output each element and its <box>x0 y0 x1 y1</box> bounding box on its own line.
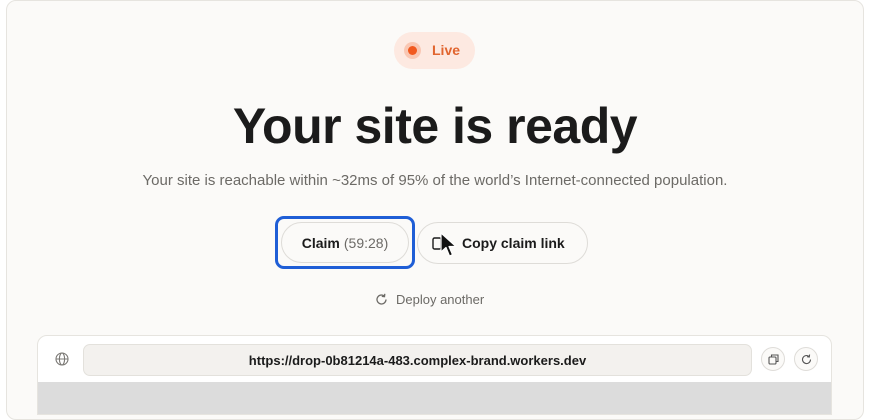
site-preview-frame: https://drop-0b81214a-483.complex-brand.… <box>37 335 832 415</box>
live-label: Live <box>432 42 461 58</box>
deploy-another-label: Deploy another <box>396 291 485 307</box>
claim-timer: (59:28) <box>343 234 389 251</box>
mouse-cursor-icon <box>440 232 457 257</box>
preview-viewport <box>38 382 831 414</box>
open-in-new-window-icon <box>767 353 779 365</box>
reload-preview-button[interactable] <box>794 347 818 371</box>
claim-button[interactable]: Claim (59:28) <box>281 222 409 263</box>
live-status-badge: Live <box>394 32 475 69</box>
preview-address-bar: https://drop-0b81214a-483.complex-brand.… <box>38 336 831 382</box>
refresh-icon <box>376 293 387 305</box>
claim-button-label: Claim <box>301 234 340 251</box>
page-subtitle: Your site is reachable within ~32ms of 9… <box>142 172 728 189</box>
copy-claim-link-label: Copy claim link <box>462 235 565 251</box>
reload-icon <box>801 354 811 364</box>
deploy-another-link[interactable]: Deploy another <box>375 290 484 308</box>
live-indicator-icon <box>404 42 421 59</box>
page-title: Your site is ready <box>232 98 638 154</box>
globe-icon <box>55 352 69 366</box>
preview-url-field[interactable]: https://drop-0b81214a-483.complex-brand.… <box>83 344 752 376</box>
open-in-new-window-button[interactable] <box>761 347 785 371</box>
